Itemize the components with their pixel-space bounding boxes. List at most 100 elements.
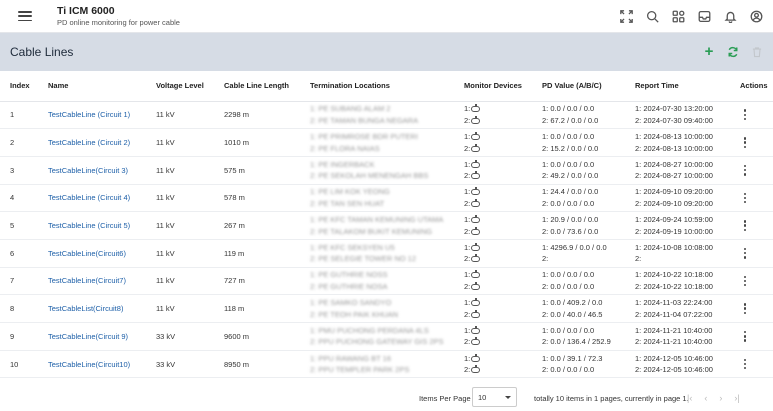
voltage-level: 11 kV bbox=[146, 184, 214, 213]
cable-line-name-link[interactable]: TestCableLine(Circuit10) bbox=[38, 350, 146, 379]
header-voltage[interactable]: Voltage Level bbox=[146, 71, 214, 102]
link-icon[interactable] bbox=[471, 309, 481, 318]
prev-page-icon[interactable]: ‹ bbox=[704, 393, 707, 403]
first-page-icon[interactable]: |‹ bbox=[687, 393, 692, 403]
voltage-level: 11 kV bbox=[146, 128, 214, 157]
link-icon[interactable] bbox=[471, 215, 481, 224]
link-icon[interactable] bbox=[471, 198, 481, 207]
link-icon[interactable] bbox=[471, 132, 481, 141]
link-icon[interactable] bbox=[471, 353, 481, 362]
header-report-time[interactable]: Report Time bbox=[625, 71, 730, 102]
more-vertical-icon[interactable] bbox=[740, 275, 750, 287]
cable-line-name-link[interactable]: TestCableLine(Circuit7) bbox=[38, 267, 146, 296]
link-icon[interactable] bbox=[471, 226, 481, 235]
more-vertical-icon[interactable] bbox=[740, 109, 750, 121]
more-vertical-icon[interactable] bbox=[740, 137, 750, 148]
cable-line-name-link[interactable]: TestCableLine(Circuit6) bbox=[38, 239, 146, 268]
monitor-device-2: 2: bbox=[464, 364, 532, 376]
link-icon[interactable] bbox=[471, 365, 481, 374]
cable-line-name-link[interactable]: TestCableLine (Circuit 5) bbox=[38, 211, 146, 240]
link-icon[interactable] bbox=[471, 298, 481, 307]
apps-icon[interactable] bbox=[671, 9, 685, 23]
items-per-page-label: Items Per Page bbox=[419, 393, 471, 403]
voltage-level: 11 kV bbox=[146, 267, 214, 296]
header-devices[interactable]: Monitor Devices bbox=[454, 71, 532, 102]
report-times: 1: 2024-11-21 10:40:00 2: 2024-11-21 10:4… bbox=[625, 322, 730, 351]
trash-icon[interactable] bbox=[751, 46, 763, 58]
header-pd-value[interactable]: PD Value (A/B/C) bbox=[532, 71, 625, 102]
link-icon[interactable] bbox=[471, 281, 481, 290]
refresh-icon[interactable] bbox=[727, 46, 739, 58]
cable-length: 575 m bbox=[214, 156, 300, 185]
termination-locations: 1: PE INGERBACK 2: PE SEKOLAH MENENGAH BB… bbox=[300, 156, 454, 185]
link-icon[interactable] bbox=[471, 171, 481, 180]
link-icon[interactable] bbox=[471, 242, 481, 251]
header-locations[interactable]: Termination Locations bbox=[300, 71, 454, 102]
cable-line-name-link[interactable]: TestCableLine (Circuit 4) bbox=[38, 184, 146, 213]
row-actions bbox=[730, 128, 773, 157]
fullscreen-icon[interactable] bbox=[619, 9, 633, 23]
link-icon[interactable] bbox=[471, 143, 481, 152]
pd-value-1: 1: 0.0 / 409.2 / 0.0 bbox=[542, 298, 603, 308]
header-length[interactable]: Cable Line Length bbox=[214, 71, 300, 102]
report-times: 1: 2024-07-30 13:20:00 2: 2024-07-30 09:4… bbox=[625, 101, 730, 130]
monitor-device-2: 2: bbox=[464, 309, 532, 321]
termination-location-2: 2: PPU TEMPLER PARK 2PS bbox=[310, 365, 410, 375]
more-vertical-icon[interactable] bbox=[740, 358, 750, 370]
chevron-down-icon bbox=[505, 395, 511, 399]
bell-icon[interactable] bbox=[723, 9, 737, 23]
link-icon[interactable] bbox=[471, 254, 481, 263]
cable-length: 578 m bbox=[214, 184, 300, 213]
table-row: 6 TestCableLine(Circuit6) 11 kV 119 m 1: PE … bbox=[0, 239, 773, 268]
header-index[interactable]: Index bbox=[0, 71, 38, 102]
more-vertical-icon[interactable] bbox=[740, 220, 750, 231]
link-icon[interactable] bbox=[471, 159, 481, 168]
more-vertical-icon[interactable] bbox=[740, 192, 750, 204]
hamburger-icon[interactable] bbox=[18, 11, 32, 21]
row-actions bbox=[730, 239, 773, 268]
next-page-icon[interactable]: › bbox=[719, 393, 722, 403]
more-vertical-icon[interactable] bbox=[740, 330, 750, 342]
more-vertical-icon[interactable] bbox=[740, 164, 750, 176]
row-actions bbox=[730, 101, 773, 130]
items-per-page-select[interactable]: 10 bbox=[472, 387, 517, 407]
cable-line-name-link[interactable]: TestCableLine (Circuit 1) bbox=[38, 101, 146, 130]
pager: |‹ ‹ › ›| bbox=[687, 393, 740, 403]
report-time-2: 2: 2024-11-21 10:40:00 bbox=[635, 337, 713, 347]
inbox-icon[interactable] bbox=[697, 9, 711, 23]
device-label-1: 1: bbox=[464, 215, 471, 225]
cable-line-name-link[interactable]: TestCableLine(Circuit 3) bbox=[38, 156, 146, 185]
termination-location-2: 2: PE FLORA NAIAS bbox=[310, 143, 380, 153]
link-icon[interactable] bbox=[471, 337, 481, 346]
more-vertical-icon[interactable] bbox=[740, 303, 750, 315]
cable-line-name-link[interactable]: TestCableLine(Circuit 9) bbox=[38, 322, 146, 351]
termination-location-1: 1: PE LIM KOK YEONG bbox=[310, 187, 390, 197]
search-icon[interactable] bbox=[645, 9, 659, 23]
plus-icon[interactable]: + bbox=[703, 44, 715, 59]
device-label-1: 1: bbox=[464, 353, 471, 363]
monitor-device-2: 2: bbox=[464, 143, 532, 155]
last-page-icon[interactable]: ›| bbox=[734, 393, 739, 403]
monitor-device-2: 2: bbox=[464, 226, 532, 238]
link-icon[interactable] bbox=[471, 115, 481, 124]
pagination-footer: Items Per Page 10 totally 10 items in 1 … bbox=[0, 385, 773, 411]
pd-value-2: 2: 49.2 / 0.0 / 0.0 bbox=[542, 171, 599, 181]
cable-line-name-link[interactable]: TestCableList(Circuit8) bbox=[38, 294, 146, 323]
report-time-1: 1: 2024-09-24 10:59:00 bbox=[635, 215, 713, 225]
monitor-devices: 1: 2: bbox=[454, 322, 532, 351]
cable-line-name-link[interactable]: TestCableLine (Circuit 2) bbox=[38, 128, 146, 157]
device-label-2: 2: bbox=[464, 337, 471, 347]
cable-length: 267 m bbox=[214, 211, 300, 240]
user-icon[interactable] bbox=[749, 9, 763, 23]
monitor-devices: 1: 2: bbox=[454, 128, 532, 157]
link-icon[interactable] bbox=[471, 270, 481, 279]
app-subtitle: PD online monitoring for power cable bbox=[57, 17, 180, 27]
link-icon[interactable] bbox=[471, 187, 481, 196]
link-icon[interactable] bbox=[471, 104, 481, 113]
termination-location-2: 2: PE GUTHRIE NOSA bbox=[310, 281, 388, 291]
more-vertical-icon[interactable] bbox=[740, 247, 750, 259]
header-name[interactable]: Name bbox=[38, 71, 146, 102]
link-icon[interactable] bbox=[471, 325, 481, 334]
pd-values: 1: 4296.9 / 0.0 / 0.0 2: bbox=[532, 239, 625, 268]
pd-value-2: 2: 67.2 / 0.0 / 0.0 bbox=[542, 115, 599, 125]
